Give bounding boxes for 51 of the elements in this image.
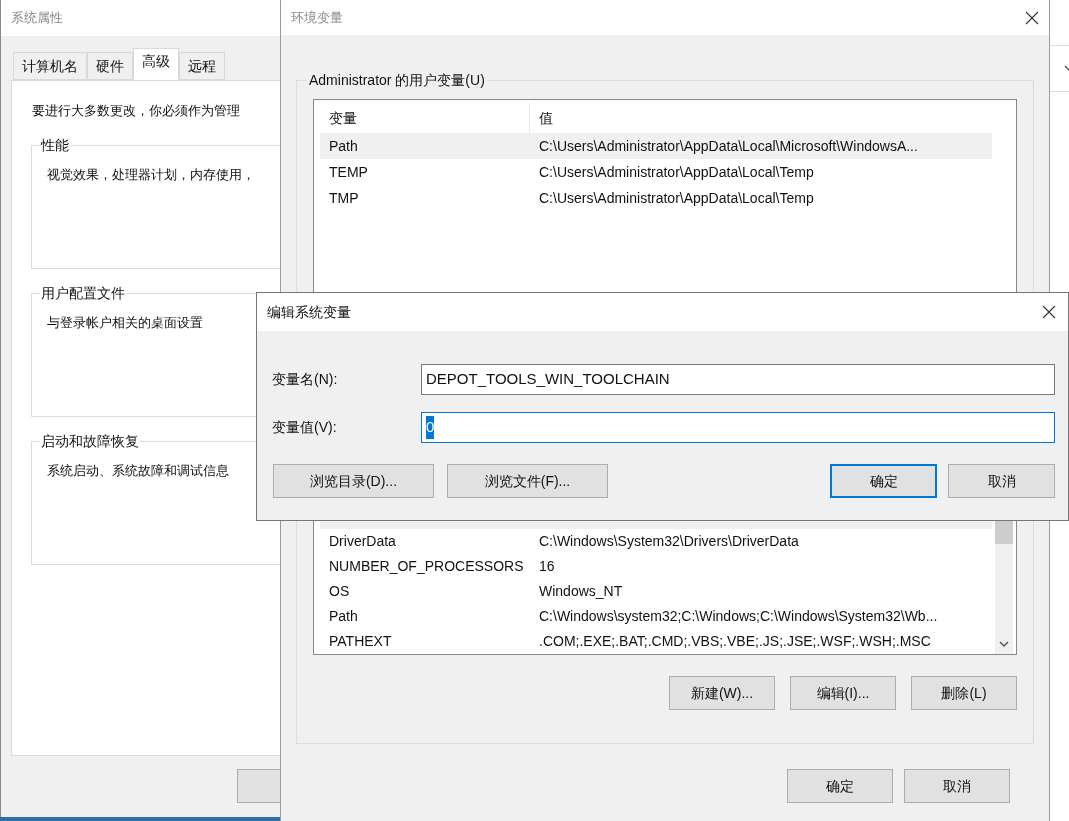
column-header[interactable]: 值 — [530, 103, 992, 133]
dialog-button[interactable]: 新建(W)... — [669, 676, 775, 710]
variable-name: NUMBER_OF_PROCESSORS — [328, 556, 525, 576]
group-title: 启动和故障恢复 — [40, 431, 140, 451]
tab[interactable]: 硬件 — [87, 52, 133, 80]
input-field[interactable]: DEPOT_TOOLS_WIN_TOOLCHAIN — [421, 364, 1055, 395]
dialog-button[interactable]: 删除(L) — [911, 676, 1017, 710]
field-label: 变量值(V): — [272, 418, 338, 437]
group-description: 与登录帐户相关的桌面设置 — [47, 314, 203, 330]
variable-value: C:\Windows\System32\Drivers\DriverData — [538, 531, 800, 551]
dialog-button[interactable]: 确定 — [830, 464, 937, 498]
dialog-button[interactable]: 确定 — [787, 769, 893, 803]
window-title: 环境变量 — [291, 8, 343, 27]
group-title: Administrator 的用户变量(U) — [308, 71, 486, 90]
dialog-title: 编辑系统变量 — [267, 302, 351, 322]
variable-value: C:\Windows\system32;C:\Windows;C:\Windows\System32\Wb... — [538, 606, 939, 626]
field-value: DEPOT_TOOLS_WIN_TOOLCHAIN — [426, 369, 670, 390]
field-label: 变量名(N): — [272, 370, 339, 389]
close-icon[interactable] — [1042, 305, 1056, 319]
variable-value: Windows_NT — [538, 581, 624, 601]
group-title: 用户配置文件 — [40, 283, 126, 303]
group-title: 性能 — [40, 135, 70, 155]
list-row[interactable]: Path C:\Users\Administrator\AppData\Local\Microsoft\WindowsA... — [320, 133, 992, 159]
variable-name: PATHEXT — [328, 631, 393, 651]
group-description: 视觉效果，处理器计划，内存使用， — [47, 166, 255, 182]
scroll-down-icon[interactable] — [999, 640, 1009, 648]
tab[interactable]: 高级 — [133, 48, 179, 80]
variable-name: Path — [328, 136, 359, 156]
variable-value: 16 — [538, 556, 556, 576]
variable-name: OS — [328, 581, 351, 601]
variable-value: C:\Users\Administrator\AppData\Local\Temp — [538, 162, 815, 182]
window-title: 系统属性 — [11, 9, 63, 28]
close-icon[interactable] — [1025, 10, 1039, 25]
dialog-button[interactable]: 浏览文件(F)... — [447, 464, 608, 498]
tab[interactable]: 计算机名 — [13, 52, 87, 80]
variable-value: C:\Users\Administrator\AppData\Local\Microsoft\WindowsA... — [538, 136, 919, 156]
dialog-button[interactable]: 取消 — [904, 769, 1010, 803]
input-field[interactable]: 0 — [421, 412, 1055, 443]
intro-text: 要进行大多数更改，你必须作为管理 — [32, 102, 241, 120]
variable-name: TMP — [328, 188, 360, 208]
variable-name: DriverData — [328, 531, 397, 551]
tab[interactable]: 远程 — [179, 52, 225, 80]
dialog-button[interactable]: 取消 — [948, 464, 1055, 498]
variable-name: Path — [328, 606, 359, 626]
dialog-button[interactable]: 浏览目录(D)... — [273, 464, 434, 498]
variable-name: TEMP — [328, 162, 369, 182]
variable-value: C:\Users\Administrator\AppData\Local\Temp — [538, 188, 815, 208]
field-value: 0 — [426, 416, 435, 439]
group-description: 系统启动、系统故障和调试信息 — [47, 462, 229, 478]
variable-value: .COM;.EXE;.BAT;.CMD;.VBS;.VBE;.JS;.JSE;.WSF;.WSH;.MSC — [538, 631, 932, 651]
dialog-button[interactable]: 编辑(I)... — [790, 676, 896, 710]
